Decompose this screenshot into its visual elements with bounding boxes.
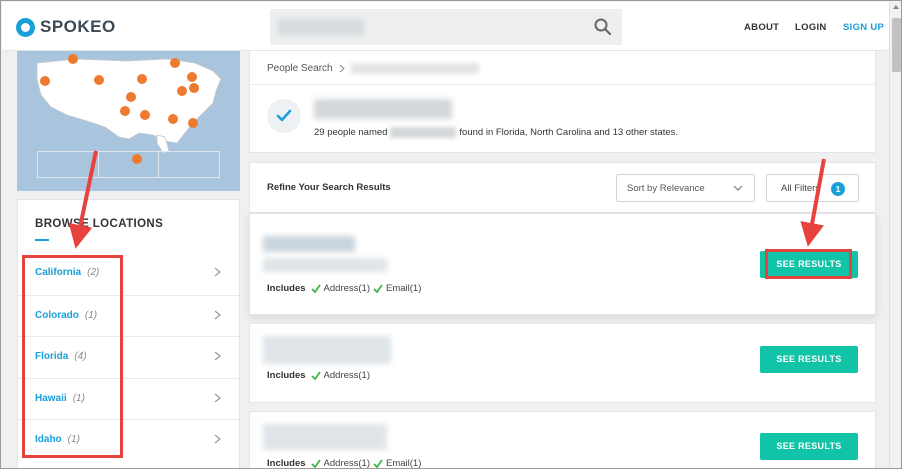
chevron-right-icon — [214, 434, 221, 444]
spokeo-logo-icon — [16, 17, 35, 37]
site-header: SPOKEO ABOUT LOGIN SIGN UP — [2, 2, 889, 51]
redacted-breadcrumb-name — [350, 63, 479, 74]
nav-signup-link[interactable]: SIGN UP — [843, 22, 884, 33]
chevron-right-icon — [214, 351, 221, 361]
see-results-button[interactable]: SEE RESULTS — [760, 433, 858, 460]
sort-dropdown[interactable]: Sort by Relevance — [616, 174, 755, 202]
spokeo-logo[interactable]: SPOKEO — [16, 16, 116, 38]
results-map[interactable] — [17, 51, 240, 191]
checkmark-icon — [310, 283, 321, 293]
hawaii-inset[interactable] — [99, 152, 160, 177]
breadcrumb-chevron-icon — [339, 64, 345, 73]
alaska-inset[interactable] — [38, 152, 99, 177]
search-summary-card: People Search 29 people named found in F… — [249, 51, 876, 153]
nav-about-link[interactable]: ABOUT — [744, 22, 779, 33]
sort-label: Sort by Relevance — [627, 183, 705, 194]
breadcrumb: People Search — [267, 63, 479, 74]
search-input[interactable] — [270, 9, 622, 45]
title-underline — [35, 239, 49, 241]
filters-count-badge: 1 — [831, 182, 845, 196]
refine-results-bar: Refine Your Search Results Sort by Relev… — [249, 162, 876, 213]
redacted-name-inline — [390, 127, 457, 138]
redacted-result-name — [263, 336, 391, 364]
scroll-up-arrow-icon[interactable] — [893, 5, 899, 9]
result-card[interactable]: Includes Address(1) Email(1) SEE RESULTS — [249, 411, 876, 469]
page-scrollbar[interactable] — [889, 2, 901, 468]
result-card[interactable]: Includes Address(1) SEE RESULTS — [249, 323, 876, 403]
browse-locations-title: BROWSE LOCATIONS — [35, 218, 164, 230]
result-includes: Includes Address(1) Email(1) — [267, 283, 422, 294]
filters-label: All Filters — [781, 183, 821, 194]
annotation-box-locations — [22, 255, 123, 458]
redacted-person-name — [314, 99, 452, 119]
result-includes: Includes Address(1) — [267, 370, 371, 381]
chevron-right-icon — [214, 267, 221, 277]
results-count-text: 29 people named found in Florida, North … — [314, 127, 679, 138]
verified-check-icon — [267, 99, 301, 133]
nav-login-link[interactable]: LOGIN — [795, 22, 827, 33]
checkmark-icon — [310, 370, 321, 380]
redacted-search-text — [278, 19, 364, 35]
browser-frame: SPOKEO ABOUT LOGIN SIGN UP BROWSE LOCATI… — [0, 0, 902, 469]
see-results-button[interactable]: SEE RESULTS — [760, 346, 858, 373]
all-filters-button[interactable]: All Filters 1 — [766, 174, 859, 202]
logo-text: SPOKEO — [40, 17, 116, 36]
divider — [250, 84, 875, 85]
search-icon[interactable] — [593, 17, 613, 37]
map-insets — [37, 151, 220, 178]
scrollbar-thumb[interactable] — [892, 18, 901, 72]
checkmark-icon — [373, 283, 383, 293]
redacted-result-name — [263, 424, 387, 450]
redacted-result-details — [263, 258, 387, 272]
annotation-box-see-results — [765, 249, 852, 279]
redacted-result-name — [263, 236, 355, 252]
checkmark-icon — [310, 458, 321, 468]
chevron-down-icon — [733, 185, 743, 191]
breadcrumb-people-search[interactable]: People Search — [267, 63, 333, 74]
result-includes: Includes Address(1) Email(1) — [267, 458, 422, 469]
territories-inset[interactable] — [159, 152, 219, 177]
chevron-right-icon — [214, 310, 221, 319]
chevron-right-icon — [214, 393, 221, 402]
refine-title: Refine Your Search Results — [267, 182, 391, 193]
checkmark-icon — [373, 458, 383, 468]
